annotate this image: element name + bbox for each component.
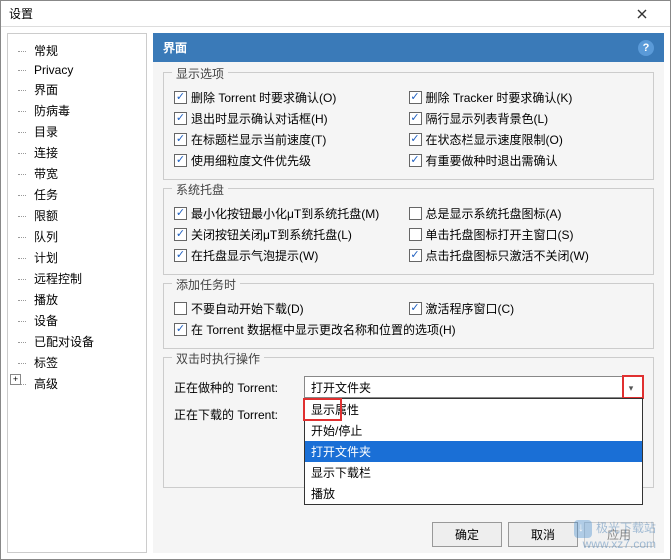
check-icon — [174, 207, 187, 220]
settings-panel: 显示选项 删除 Torrent 时要求确认(O) 删除 Tracker 时要求确… — [153, 62, 664, 553]
tree-item[interactable]: 计划 — [8, 247, 146, 268]
window-title: 设置 — [9, 5, 622, 22]
tree-item[interactable]: 远程控制 — [8, 268, 146, 289]
help-icon[interactable]: ? — [638, 40, 654, 56]
check-icon — [409, 91, 422, 104]
check-icon — [409, 302, 422, 315]
window-body: 常规 Privacy 界面 防病毒 目录 连接 带宽 任务 限额 队列 计划 远… — [1, 27, 670, 559]
downloading-label: 正在下载的 Torrent: — [174, 406, 304, 423]
seeding-label: 正在做种的 Torrent: — [174, 379, 304, 396]
section-header: 界面 ? — [153, 33, 664, 62]
tree-item[interactable]: 播放 — [8, 289, 146, 310]
tree-item[interactable]: 限额 — [8, 205, 146, 226]
group-tray: 系统托盘 最小化按钮最小化μT到系统托盘(M) 总是显示系统托盘图标(A) 关闭… — [163, 188, 654, 275]
dropdown-item[interactable]: 播放 — [305, 483, 642, 504]
group-display: 显示选项 删除 Torrent 时要求确认(O) 删除 Tracker 时要求确… — [163, 72, 654, 180]
tree-item[interactable]: Privacy — [8, 61, 146, 79]
check-icon — [409, 133, 422, 146]
apply-button[interactable]: 应用 — [584, 522, 654, 547]
checkbox[interactable]: 退出时显示确认对话框(H) — [174, 110, 328, 127]
check-icon — [409, 112, 422, 125]
check-icon — [174, 323, 187, 336]
seeding-action-select[interactable]: 打开文件夹 ▾ 显示属性 开始/停止 打开文件夹 显示下载栏 播放 — [304, 376, 643, 398]
check-icon — [174, 91, 187, 104]
tree-item[interactable]: 标签 — [8, 352, 146, 373]
main-panel: 界面 ? 显示选项 删除 Torrent 时要求确认(O) 删除 Tracker… — [153, 33, 664, 553]
tree-item[interactable]: 设备 — [8, 310, 146, 331]
category-tree: 常规 Privacy 界面 防病毒 目录 连接 带宽 任务 限额 队列 计划 远… — [7, 33, 147, 553]
check-icon — [174, 133, 187, 146]
checkbox[interactable]: 总是显示系统托盘图标(A) — [409, 205, 562, 222]
checkbox[interactable]: 删除 Torrent 时要求确认(O) — [174, 89, 336, 106]
group-title: 系统托盘 — [172, 181, 228, 198]
checkbox[interactable]: 最小化按钮最小化μT到系统托盘(M) — [174, 205, 379, 222]
group-title: 添加任务时 — [172, 276, 240, 293]
check-icon — [409, 207, 422, 220]
check-icon — [409, 249, 422, 262]
tree-item[interactable]: 队列 — [8, 226, 146, 247]
checkbox[interactable]: 在托盘显示气泡提示(W) — [174, 247, 318, 264]
check-icon — [174, 302, 187, 315]
check-icon — [174, 228, 187, 241]
close-button[interactable] — [622, 1, 662, 27]
checkbox[interactable]: 不要自动开始下载(D) — [174, 300, 304, 317]
tree-item[interactable]: 已配对设备 — [8, 331, 146, 352]
checkbox[interactable]: 使用细粒度文件优先级 — [174, 152, 311, 169]
settings-window: 设置 常规 Privacy 界面 防病毒 目录 连接 带宽 任务 限额 队列 计… — [0, 0, 671, 560]
check-icon — [174, 154, 187, 167]
checkbox[interactable]: 激活程序窗口(C) — [409, 300, 515, 317]
dropdown-item[interactable]: 开始/停止 — [305, 420, 642, 441]
section-title: 界面 — [163, 39, 187, 56]
group-title: 双击时执行操作 — [172, 350, 264, 367]
dropdown-item[interactable]: 显示属性 — [305, 399, 642, 420]
checkbox[interactable]: 单击托盘图标打开主窗口(S) — [409, 226, 574, 243]
checkbox[interactable]: 在标题栏显示当前速度(T) — [174, 131, 326, 148]
tree-item[interactable]: 常规 — [8, 40, 146, 61]
checkbox[interactable]: 在 Torrent 数据框中显示更改名称和位置的选项(H) — [174, 321, 456, 338]
tree-item[interactable]: 界面 — [8, 79, 146, 100]
checkbox[interactable]: 点击托盘图标只激活不关闭(W) — [409, 247, 589, 264]
group-addtask: 添加任务时 不要自动开始下载(D) 激活程序窗口(C) 在 Torrent 数据… — [163, 283, 654, 349]
group-title: 显示选项 — [172, 65, 228, 82]
checkbox[interactable]: 在状态栏显示速度限制(O) — [409, 131, 563, 148]
tree-item[interactable]: 带宽 — [8, 163, 146, 184]
check-icon — [174, 249, 187, 262]
tree-item-advanced[interactable]: 高级 — [8, 373, 146, 394]
check-icon — [409, 228, 422, 241]
checkbox[interactable]: 删除 Tracker 时要求确认(K) — [409, 89, 573, 106]
titlebar: 设置 — [1, 1, 670, 27]
tree-item[interactable]: 目录 — [8, 121, 146, 142]
checkbox[interactable]: 关闭按钮关闭μT到系统托盘(L) — [174, 226, 352, 243]
checkbox[interactable]: 有重要做种时退出需确认 — [409, 152, 558, 169]
dropdown-item[interactable]: 显示下载栏 — [305, 462, 642, 483]
check-icon — [174, 112, 187, 125]
group-doubleclick: 双击时执行操作 正在做种的 Torrent: 打开文件夹 ▾ 显示属性 开始 — [163, 357, 654, 488]
tree-item[interactable]: 任务 — [8, 184, 146, 205]
ok-button[interactable]: 确定 — [432, 522, 502, 547]
dropdown-item[interactable]: 打开文件夹 — [305, 441, 642, 462]
annotation-highlight — [622, 375, 644, 399]
tree-item[interactable]: 连接 — [8, 142, 146, 163]
select-value: 打开文件夹 — [311, 379, 371, 396]
cancel-button[interactable]: 取消 — [508, 522, 578, 547]
check-icon — [409, 154, 422, 167]
checkbox[interactable]: 隔行显示列表背景色(L) — [409, 110, 549, 127]
dialog-buttons: 确定 取消 应用 — [432, 518, 654, 547]
dropdown-list: 显示属性 开始/停止 打开文件夹 显示下载栏 播放 — [304, 398, 643, 505]
tree-item[interactable]: 防病毒 — [8, 100, 146, 121]
